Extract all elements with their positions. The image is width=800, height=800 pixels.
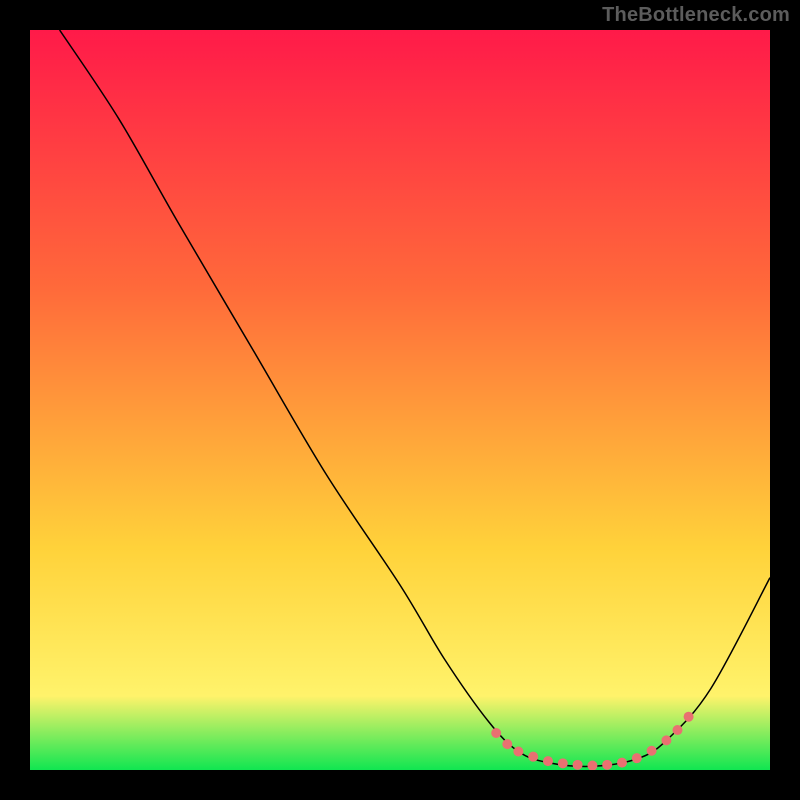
gradient-background: [30, 30, 770, 770]
valley-dot: [684, 712, 694, 722]
valley-dot: [647, 746, 657, 756]
valley-dot: [661, 735, 671, 745]
valley-dot: [543, 756, 553, 766]
valley-dot: [528, 752, 538, 762]
valley-dot: [673, 725, 683, 735]
plot-svg: [30, 30, 770, 770]
valley-dot: [617, 758, 627, 768]
plot-area: [30, 30, 770, 770]
valley-dot: [558, 758, 568, 768]
valley-dot: [513, 747, 523, 757]
chart-stage: TheBottleneck.com: [0, 0, 800, 800]
valley-dot: [502, 739, 512, 749]
valley-dot: [491, 728, 501, 738]
valley-dot: [573, 760, 583, 770]
valley-dot: [602, 760, 612, 770]
valley-dot: [632, 753, 642, 763]
watermark-text: TheBottleneck.com: [602, 4, 790, 27]
